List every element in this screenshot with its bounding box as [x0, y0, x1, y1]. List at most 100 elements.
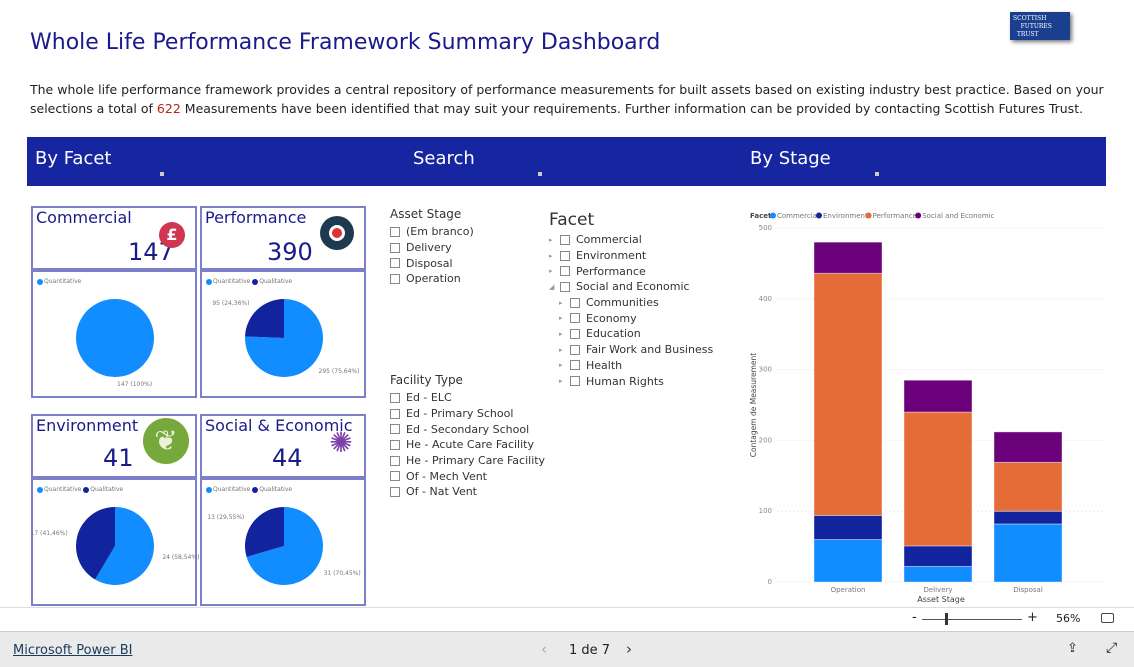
- expand-arrow-icon[interactable]: ◢: [549, 283, 557, 291]
- slicer-item[interactable]: He - Acute Care Facility: [390, 437, 545, 453]
- facet-item-label: Health: [586, 358, 623, 372]
- bar-segment[interactable]: [813, 272, 883, 516]
- facet-item[interactable]: ▸ Education: [549, 326, 713, 342]
- zoom-in-button[interactable]: +: [1027, 610, 1038, 625]
- pie-card-3: Quantitative Qualitative 31 (70,45%) 13 (…: [200, 478, 366, 606]
- slicer-item[interactable]: Of - Mech Vent: [390, 468, 545, 484]
- checkbox[interactable]: [570, 360, 580, 371]
- share-icon[interactable]: ⇪: [1067, 641, 1078, 656]
- facet-item-label: Economy: [586, 311, 637, 325]
- checkbox[interactable]: [390, 408, 400, 419]
- checkbox[interactable]: [390, 226, 400, 237]
- checkbox[interactable]: [390, 273, 400, 284]
- zoom-slider[interactable]: [922, 619, 1022, 620]
- checkbox[interactable]: [560, 281, 570, 292]
- checkbox[interactable]: [560, 266, 570, 277]
- card-2: Environment 41 ❦: [31, 414, 197, 478]
- slicer-item[interactable]: Ed - Secondary School: [390, 421, 545, 437]
- pie-data-label: 295 (75,64%): [318, 367, 360, 375]
- facility-type-slicer: Facility Type Ed - ELC Ed - Primary Schoo…: [390, 373, 545, 500]
- slicer-item[interactable]: Of - Nat Vent: [390, 484, 545, 500]
- card-title: Environment: [36, 416, 139, 435]
- facet-item[interactable]: ◢ Social and Economic: [549, 279, 713, 295]
- checkbox[interactable]: [570, 297, 580, 308]
- bar-segment[interactable]: [903, 545, 973, 567]
- expand-arrow-icon[interactable]: ▸: [559, 346, 567, 354]
- facet-item[interactable]: ▸ Economy: [549, 310, 713, 326]
- fullscreen-icon[interactable]: ⤢: [1106, 640, 1117, 656]
- slicer-item[interactable]: Ed - Primary School: [390, 406, 545, 422]
- search-heading: Search: [413, 148, 475, 169]
- checkbox[interactable]: [570, 328, 580, 339]
- fit-to-page-icon[interactable]: [1101, 613, 1114, 623]
- bar-segment[interactable]: [993, 523, 1063, 583]
- legend-label: Performance: [873, 212, 917, 220]
- bar-segment[interactable]: [903, 565, 973, 583]
- legend-marker: [865, 212, 872, 219]
- expand-arrow-icon[interactable]: ▸: [549, 267, 557, 275]
- bar-segment[interactable]: [993, 510, 1063, 525]
- expand-arrow-icon[interactable]: ▸: [559, 299, 567, 307]
- slicer-item[interactable]: (Em branco): [390, 224, 474, 240]
- facet-item[interactable]: ▸ Commercial: [549, 232, 713, 248]
- facet-item[interactable]: ▸ Performance: [549, 263, 713, 279]
- prev-page-icon[interactable]: ‹: [541, 640, 547, 658]
- facet-item[interactable]: ▸ Fair Work and Business: [549, 342, 713, 358]
- pie-data-label: 17 (41,46%): [30, 529, 68, 537]
- bar-segment[interactable]: [903, 411, 973, 547]
- slicer-item[interactable]: He - Primary Care Facility: [390, 453, 545, 469]
- checkbox[interactable]: [390, 424, 400, 435]
- facet-item[interactable]: ▸ Environment: [549, 248, 713, 264]
- bar-segment[interactable]: [813, 514, 883, 541]
- legend-label: Commercial: [777, 212, 819, 220]
- checkbox[interactable]: [390, 242, 400, 253]
- checkbox[interactable]: [390, 471, 400, 482]
- expand-arrow-icon[interactable]: ▸: [549, 252, 557, 260]
- slicer-item-label: Ed - Secondary School: [406, 422, 530, 436]
- bar-segment[interactable]: [903, 379, 973, 413]
- checkbox[interactable]: [390, 439, 400, 450]
- expand-arrow-icon[interactable]: ▸: [559, 314, 567, 322]
- bar-segment[interactable]: [993, 431, 1063, 463]
- slicer-item-label: Of - Mech Vent: [406, 469, 487, 483]
- next-page-icon[interactable]: ›: [626, 640, 632, 658]
- facet-item[interactable]: ▸ Health: [549, 358, 713, 374]
- slicer-item[interactable]: Delivery: [390, 240, 474, 256]
- expand-arrow-icon[interactable]: ▸: [559, 361, 567, 369]
- expand-arrow-icon[interactable]: ▸: [559, 377, 567, 385]
- expand-arrow-icon[interactable]: ▸: [549, 236, 557, 244]
- facet-item[interactable]: ▸ Human Rights: [549, 373, 713, 389]
- checkbox[interactable]: [390, 486, 400, 497]
- slicer-item-label: Delivery: [406, 241, 452, 255]
- slicer-item-label: Ed - Primary School: [406, 407, 514, 421]
- pie-slice[interactable]: [245, 299, 284, 338]
- expand-arrow-icon[interactable]: ▸: [559, 330, 567, 338]
- pie-slice[interactable]: [76, 299, 154, 377]
- checkbox[interactable]: [570, 313, 580, 324]
- checkbox[interactable]: [570, 344, 580, 355]
- power-bi-link[interactable]: Microsoft Power BI: [13, 643, 132, 658]
- pound-icon: £: [159, 222, 185, 248]
- checkbox[interactable]: [390, 258, 400, 269]
- total-count: 622: [156, 101, 181, 116]
- bar-segment[interactable]: [813, 241, 883, 274]
- checkbox[interactable]: [560, 250, 570, 261]
- zoom-level: 56%: [1056, 612, 1081, 625]
- zoom-out-button[interactable]: -: [912, 610, 917, 625]
- facet-item-label: Human Rights: [586, 374, 664, 388]
- checkbox[interactable]: [570, 376, 580, 387]
- section-header-band: By Facet Search By Stage: [27, 137, 1106, 186]
- legend-label: Environment: [823, 212, 868, 220]
- bar-segment[interactable]: [993, 461, 1063, 512]
- slicer-item[interactable]: Ed - ELC: [390, 390, 545, 406]
- outcomes-target-icon: [320, 216, 354, 250]
- facet-item[interactable]: ▸ Communities: [549, 295, 713, 311]
- checkbox[interactable]: [390, 392, 400, 403]
- bar-segment[interactable]: [813, 539, 883, 583]
- slicer-item[interactable]: Operation: [390, 271, 474, 287]
- card-title: Commercial: [36, 208, 132, 227]
- slicer-item[interactable]: Disposal: [390, 255, 474, 271]
- checkbox[interactable]: [560, 234, 570, 245]
- checkbox[interactable]: [390, 455, 400, 466]
- zoom-slider-handle[interactable]: [945, 613, 948, 625]
